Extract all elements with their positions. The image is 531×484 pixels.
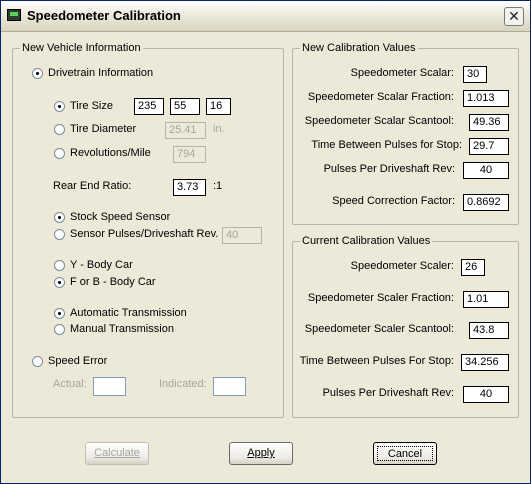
revolutions-mile-radio[interactable] bbox=[54, 148, 65, 159]
cancel-button-label: Cancel bbox=[377, 446, 433, 461]
current-scaler-fraction-label: Speedometer Scaler Fraction: bbox=[307, 292, 454, 304]
current-time-between-pulses-label: Time Between Pulses For Stop: bbox=[299, 355, 454, 367]
current-speedometer-scaler-value: 26 bbox=[461, 259, 485, 276]
rear-end-ratio-label: Rear End Ratio: bbox=[53, 180, 132, 192]
revolutions-mile-label: Revolutions/Mile bbox=[70, 147, 151, 159]
tire-diameter-unit: in. bbox=[213, 123, 225, 135]
indicated-input[interactable] bbox=[213, 377, 246, 396]
new-time-between-pulses-label: Time Between Pulses for Stop: bbox=[311, 139, 462, 151]
tire-width-input[interactable]: 235 bbox=[134, 98, 164, 115]
speed-error-radio[interactable] bbox=[32, 356, 43, 367]
sensor-pulses-input[interactable]: 40 bbox=[222, 227, 262, 244]
actual-label: Actual: bbox=[53, 378, 87, 390]
cancel-button[interactable]: Cancel bbox=[373, 442, 437, 465]
automatic-transmission-label: Automatic Transmission bbox=[70, 307, 187, 319]
y-body-car-label: Y - Body Car bbox=[70, 259, 133, 271]
apply-button[interactable]: Apply bbox=[229, 442, 293, 465]
actual-input[interactable] bbox=[93, 377, 126, 396]
tire-size-radio[interactable] bbox=[54, 101, 65, 112]
new-scalar-scantool-value: 49.36 bbox=[469, 114, 509, 131]
tire-diameter-radio[interactable] bbox=[54, 124, 65, 135]
speed-correction-factor-value: 0.8692 bbox=[463, 194, 509, 211]
current-scaler-scantool-value: 43.8 bbox=[469, 322, 509, 339]
new-pulses-per-rev-value: 40 bbox=[463, 162, 509, 179]
title-bar[interactable]: Speedometer Calibration ✕ bbox=[1, 1, 530, 32]
speed-error-label: Speed Error bbox=[48, 355, 108, 367]
current-calibration-title: Current Calibration Values bbox=[300, 235, 433, 247]
new-calibration-title: New Calibration Values bbox=[300, 42, 418, 54]
close-button[interactable]: ✕ bbox=[504, 7, 524, 26]
close-icon: ✕ bbox=[508, 8, 520, 24]
tire-size-label: Tire Size bbox=[70, 100, 113, 112]
y-body-car-radio[interactable] bbox=[54, 260, 65, 271]
current-scaler-scantool-label: Speedometer Scaler Scantool: bbox=[304, 323, 454, 335]
tire-diameter-label: Tire Diameter bbox=[70, 123, 137, 135]
speedometer-calibration-window: Speedometer Calibration ✕ New Vehicle In… bbox=[0, 0, 531, 484]
manual-transmission-label: Manual Transmission bbox=[70, 323, 174, 335]
rear-end-ratio-input[interactable]: 3.73 bbox=[173, 179, 206, 196]
current-pulses-per-rev-label: Pulses Per Driveshaft Rev: bbox=[322, 387, 454, 399]
new-scalar-fraction-value: 1.013 bbox=[463, 90, 509, 107]
new-speedometer-scalar-value: 30 bbox=[463, 66, 487, 83]
speedometer-app-icon bbox=[7, 9, 21, 21]
sensor-pulses-radio[interactable] bbox=[54, 229, 65, 240]
tire-diameter-input[interactable]: 25.41 bbox=[165, 122, 206, 139]
stock-speed-sensor-radio[interactable] bbox=[54, 212, 65, 223]
current-scaler-fraction-value: 1.01 bbox=[463, 291, 509, 308]
current-time-between-pulses-value: 34.256 bbox=[461, 354, 509, 371]
rear-end-ratio-unit: :1 bbox=[213, 180, 223, 192]
speed-correction-factor-label: Speed Correction Factor: bbox=[332, 195, 455, 207]
drivetrain-info-label: Drivetrain Information bbox=[48, 67, 154, 79]
current-pulses-per-rev-value: 40 bbox=[463, 386, 509, 403]
new-scalar-fraction-label: Speedometer Scalar Fraction: bbox=[307, 91, 454, 103]
window-title: Speedometer Calibration bbox=[27, 8, 181, 23]
drivetrain-info-radio[interactable] bbox=[32, 68, 43, 79]
new-speedometer-scalar-label: Speedometer Scalar: bbox=[350, 67, 454, 79]
revolutions-mile-input[interactable]: 794 bbox=[173, 146, 206, 163]
new-time-between-pulses-value: 29.7 bbox=[469, 138, 509, 155]
new-pulses-per-rev-label: Pulses Per Driveshaft Rev: bbox=[323, 163, 455, 175]
calculate-button[interactable]: Calculate bbox=[85, 442, 149, 465]
stock-speed-sensor-label: Stock Speed Sensor bbox=[70, 211, 171, 223]
f-b-body-car-label: F or B - Body Car bbox=[70, 276, 156, 288]
tire-aspect-input[interactable]: 55 bbox=[170, 98, 200, 115]
current-speedometer-scaler-label: Speedometer Scaler: bbox=[350, 260, 454, 272]
new-scalar-scantool-label: Speedometer Scalar Scantool: bbox=[304, 115, 454, 127]
manual-transmission-radio[interactable] bbox=[54, 324, 65, 335]
indicated-label: Indicated: bbox=[159, 378, 207, 390]
tire-rim-input[interactable]: 16 bbox=[206, 98, 231, 115]
sensor-pulses-label: Sensor Pulses/Driveshaft Rev. bbox=[70, 228, 219, 240]
f-b-body-car-radio[interactable] bbox=[54, 277, 65, 288]
automatic-transmission-radio[interactable] bbox=[54, 308, 65, 319]
new-vehicle-info-title: New Vehicle Information bbox=[20, 42, 143, 54]
